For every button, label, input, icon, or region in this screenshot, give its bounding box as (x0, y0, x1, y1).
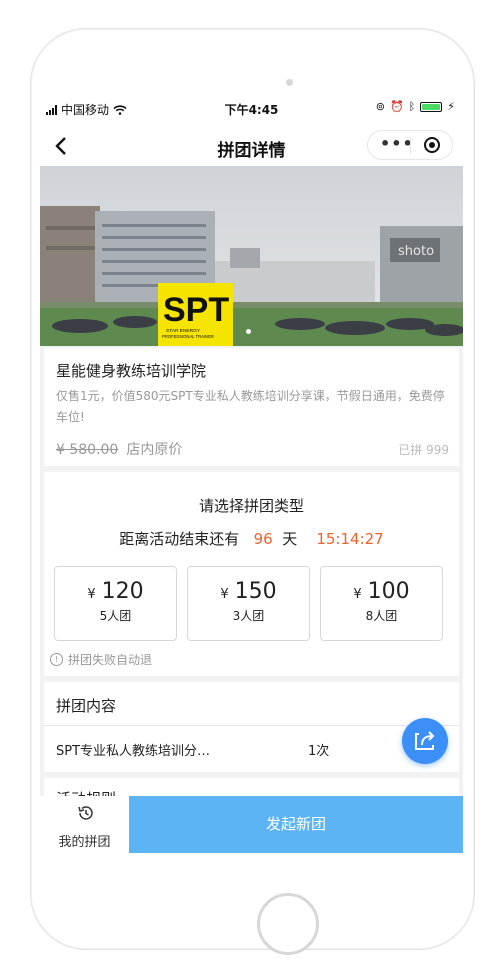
bluetooth-icon: ᛒ (408, 100, 416, 113)
product-name: 星能健身教练培训学院 (56, 362, 207, 380)
group-option[interactable]: ¥120 5人团 (54, 566, 177, 641)
hero-photo: shoto SPT STAR ENERGY PROFESSIONAL TRAIN… (40, 166, 463, 346)
option-price: 100 (367, 579, 410, 604)
original-price-value: ¥ 580.00 (56, 442, 119, 458)
bottom-bar: 我的拼团 发起新团 (40, 796, 463, 853)
nav-bar: 拼团详情 ••• (40, 126, 463, 166)
group-options: ¥120 5人团 ¥150 3人团 ¥100 8人团 (54, 566, 443, 641)
group-type-card: 请选择拼团类型 距离活动结束还有 96 天 15:14:27 ¥120 5人团 … (44, 472, 459, 676)
status-bar: 中国移动 下午4:45 ⊚ ⏰ ᛒ ⚡ (40, 92, 463, 126)
currency-symbol: ¥ (87, 587, 96, 602)
refund-note-text: 拼团失败自动退 (68, 653, 153, 667)
group-option[interactable]: ¥150 3人团 (187, 566, 310, 641)
battery-icon (420, 101, 443, 112)
capsule-divider (410, 138, 411, 154)
share-icon (415, 731, 435, 750)
countdown-days-unit: 天 (282, 530, 298, 548)
group-content-card: 拼团内容 SPT专业私人教练培训分… 1次 (44, 682, 459, 772)
refund-note: ! 拼团失败自动退 (50, 651, 152, 668)
sold-count: 已拼 999 (398, 443, 449, 457)
front-camera (286, 79, 293, 86)
product-description: 仅售1元，价值580元SPT专业私人教练培训分享课，节假日通用，免费停车位! (56, 389, 445, 424)
currency-symbol: ¥ (220, 587, 229, 602)
countdown-prefix: 距离活动结束还有 (119, 530, 240, 548)
more-icon[interactable]: ••• (380, 136, 414, 152)
building-sign: shoto (398, 244, 434, 259)
alert-icon: ! (50, 653, 63, 666)
hero-image[interactable]: shoto SPT STAR ENERGY PROFESSIONAL TRAIN… (40, 166, 463, 346)
start-group-button[interactable]: 发起新团 (129, 796, 463, 853)
content-item-name: SPT专业私人教练培训分… (56, 744, 211, 759)
original-price-label: 店内原价 (126, 442, 183, 458)
countdown-days: 96 (253, 530, 273, 548)
target-icon[interactable] (424, 137, 440, 153)
content-item-qty: 1次 (308, 744, 330, 759)
option-size: 3人团 (232, 609, 265, 623)
alarm-icon: ⏰ (389, 100, 404, 113)
logo-subtitle-2: PROFESSIONAL TRAINER (162, 334, 214, 339)
history-clock-icon (78, 806, 93, 820)
divider (44, 725, 459, 726)
app-screen: 中国移动 下午4:45 ⊚ ⏰ ᛒ ⚡ 拼团详情 ••• shoto SPT S… (40, 92, 463, 853)
option-size: 5人团 (99, 609, 132, 623)
option-size: 8人团 (365, 609, 398, 623)
rotation-lock-icon: ⊚ (375, 100, 385, 113)
countdown-time: 15:14:27 (316, 530, 384, 548)
home-button[interactable] (257, 893, 319, 955)
currency-symbol: ¥ (353, 587, 362, 602)
carousel-indicator[interactable] (246, 329, 251, 334)
logo-text: SPT (163, 291, 229, 329)
mini-program-capsule: ••• (367, 130, 453, 160)
option-price: 150 (234, 579, 277, 604)
share-button[interactable] (402, 718, 448, 764)
countdown: 距离活动结束还有 96 天 15:14:27 (44, 528, 459, 549)
my-groups-label: 我的拼团 (58, 835, 111, 850)
product-info-card: 星能健身教练培训学院 仅售1元，价值580元SPT专业私人教练培训分享课，节假日… (44, 348, 459, 466)
original-price: ¥ 580.00 店内原价 (56, 439, 182, 459)
charging-icon: ⚡ (447, 100, 455, 113)
group-content-title: 拼团内容 (56, 697, 117, 715)
group-type-title: 请选择拼团类型 (198, 497, 304, 515)
my-groups-button[interactable]: 我的拼团 (40, 796, 129, 853)
group-option[interactable]: ¥100 8人团 (320, 566, 443, 641)
option-price: 120 (101, 579, 144, 604)
